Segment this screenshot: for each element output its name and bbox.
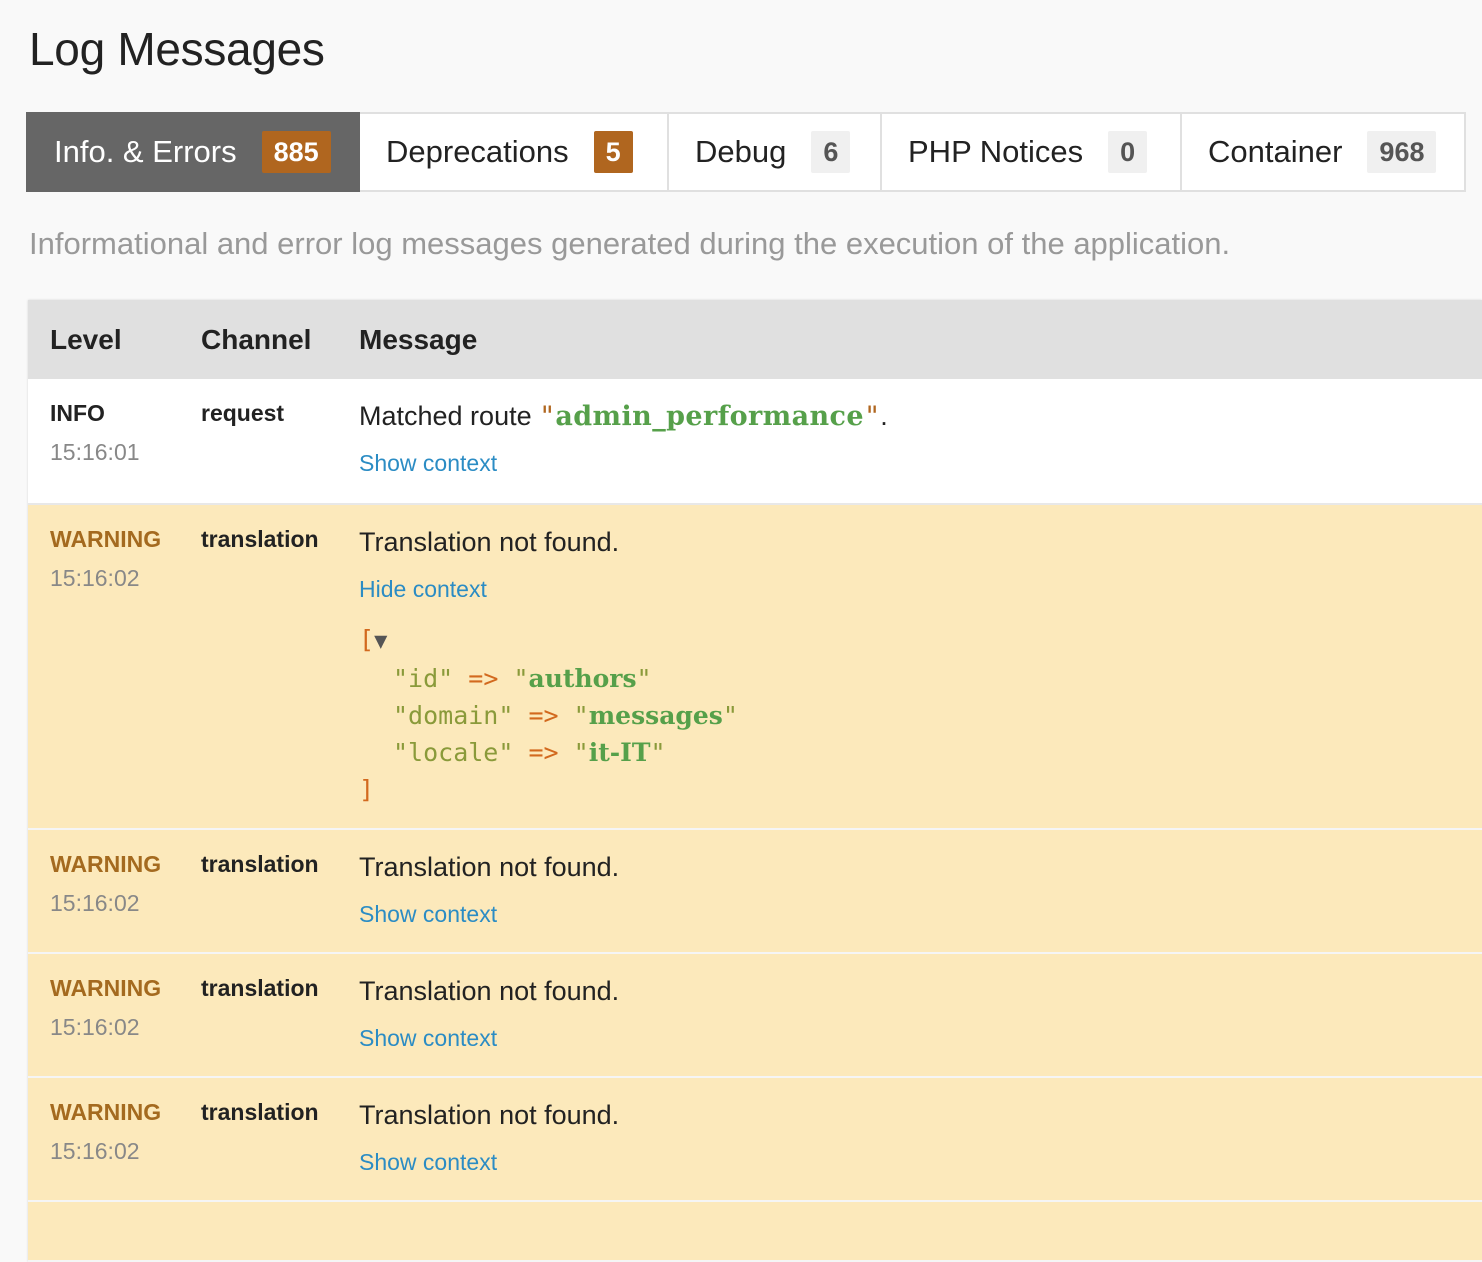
tab-container[interactable]: Container 968 bbox=[1182, 112, 1466, 192]
show-context-link[interactable]: Show context bbox=[359, 901, 497, 928]
context-value: messages bbox=[588, 701, 723, 730]
header-level: Level bbox=[28, 300, 179, 379]
level-cell: WARNING 15:16:02 bbox=[28, 829, 179, 954]
log-table: Level Channel Message INFO 15:16:01 requ… bbox=[28, 300, 1482, 1262]
quote-open: " bbox=[539, 401, 556, 432]
context-entry: "locale" => "it-IT" bbox=[393, 738, 666, 767]
level-cell: WARNING 15:16:02 bbox=[28, 953, 179, 1078]
tab-label: PHP Notices bbox=[908, 134, 1084, 169]
tab-label: Container bbox=[1208, 134, 1343, 169]
message-text: Translation not found. bbox=[359, 852, 620, 882]
context-key: "id" bbox=[393, 664, 454, 693]
level-label: WARNING bbox=[50, 1099, 162, 1125]
timestamp: 15:16:02 bbox=[50, 1138, 140, 1164]
table-row bbox=[28, 1201, 1482, 1262]
message-cell: Translation not found. Hide context [▼ "… bbox=[337, 504, 1482, 830]
tab-label: Info. & Errors bbox=[54, 134, 237, 169]
level-cell: WARNING 15:16:02 bbox=[28, 504, 179, 830]
message-prefix: Matched route bbox=[359, 401, 540, 431]
context-key: "locale" bbox=[393, 738, 514, 767]
tab-deprecations[interactable]: Deprecations 5 bbox=[360, 112, 669, 192]
table-row: WARNING 15:16:02 translation Translation… bbox=[28, 829, 1482, 954]
channel-cell: translation bbox=[179, 953, 337, 1078]
context-entry: "domain" => "messages" bbox=[393, 701, 738, 730]
channel-cell: request bbox=[179, 379, 337, 505]
message-cell: Matched route "admin_performance". Show … bbox=[337, 379, 1482, 505]
bracket-open: [ bbox=[359, 625, 375, 654]
context-value: authors bbox=[528, 664, 637, 693]
level-label: WARNING bbox=[50, 975, 162, 1001]
timestamp: 15:16:02 bbox=[50, 890, 140, 916]
context-key: "domain" bbox=[393, 701, 514, 730]
count-badge: 968 bbox=[1367, 131, 1437, 173]
header-channel: Channel bbox=[179, 300, 337, 379]
channel-cell: translation bbox=[179, 829, 337, 954]
level-label: WARNING bbox=[50, 851, 162, 877]
context-arrow: => bbox=[528, 738, 559, 767]
tab-info-errors[interactable]: Info. & Errors 885 bbox=[26, 112, 360, 192]
level-label: WARNING bbox=[50, 526, 162, 552]
tab-label: Deprecations bbox=[386, 134, 569, 169]
tab-php-notices[interactable]: PHP Notices 0 bbox=[882, 112, 1182, 192]
show-context-link[interactable]: Show context bbox=[359, 1025, 497, 1052]
route-name: admin_performance bbox=[555, 401, 864, 432]
timestamp: 15:16:01 bbox=[50, 439, 140, 465]
table-row: INFO 15:16:01 request Matched route "adm… bbox=[28, 379, 1482, 505]
message-text: Translation not found. bbox=[359, 1100, 620, 1130]
message-cell: Translation not found. Show context bbox=[337, 1077, 1482, 1202]
channel-cell: translation bbox=[179, 504, 337, 830]
message-text: Translation not found. bbox=[359, 976, 620, 1006]
channel-label: request bbox=[201, 400, 285, 426]
count-badge: 885 bbox=[261, 131, 331, 173]
message-suffix: . bbox=[880, 401, 888, 431]
level-cell: WARNING 15:16:02 bbox=[28, 1077, 179, 1202]
message-cell: Translation not found. Show context bbox=[337, 829, 1482, 954]
channel-cell: translation bbox=[179, 1077, 337, 1202]
channel-label: translation bbox=[201, 526, 319, 552]
table-row: WARNING 15:16:02 translation Translation… bbox=[28, 1077, 1482, 1202]
message-text: Matched route "admin_performance". bbox=[359, 401, 1482, 432]
timestamp: 15:16:02 bbox=[50, 565, 140, 591]
tab-description: Informational and error log messages gen… bbox=[29, 226, 1231, 261]
show-context-link[interactable]: Show context bbox=[359, 1149, 497, 1176]
context-dump: [▼ "id" => "authors" "domain" => "messag… bbox=[359, 621, 1482, 808]
count-badge: 6 bbox=[811, 131, 851, 173]
table-row: WARNING 15:16:02 translation Translation… bbox=[28, 504, 1482, 830]
channel-cell bbox=[179, 1201, 337, 1262]
tab-debug[interactable]: Debug 6 bbox=[669, 112, 882, 192]
context-arrow: => bbox=[528, 701, 559, 730]
log-tabs: Info. & Errors 885 Deprecations 5 Debug … bbox=[26, 112, 1466, 192]
message-text: Translation not found. bbox=[359, 527, 620, 557]
page-title: Log Messages bbox=[29, 23, 325, 75]
show-context-link[interactable]: Show context bbox=[359, 450, 497, 477]
context-value: it-IT bbox=[588, 738, 651, 767]
level-cell: INFO 15:16:01 bbox=[28, 379, 179, 505]
hide-context-link[interactable]: Hide context bbox=[359, 576, 487, 603]
context-arrow: => bbox=[468, 664, 499, 693]
context-entry: "id" => "authors" bbox=[393, 664, 652, 693]
message-cell: Translation not found. Show context bbox=[337, 953, 1482, 1078]
level-label: INFO bbox=[50, 400, 105, 426]
table-row: WARNING 15:16:02 translation Translation… bbox=[28, 953, 1482, 1078]
channel-label: translation bbox=[201, 851, 319, 877]
bracket-close: ] bbox=[359, 775, 375, 804]
header-message: Message bbox=[337, 300, 1482, 379]
message-cell bbox=[337, 1201, 1482, 1262]
table-header: Level Channel Message bbox=[28, 300, 1482, 379]
tab-label: Debug bbox=[695, 134, 787, 169]
quote-close: " bbox=[863, 401, 881, 432]
level-cell bbox=[28, 1201, 179, 1262]
timestamp: 15:16:02 bbox=[50, 1014, 140, 1040]
count-badge: 5 bbox=[593, 131, 633, 173]
channel-label: translation bbox=[201, 975, 319, 1001]
channel-label: translation bbox=[201, 1099, 319, 1125]
collapse-toggle-icon[interactable]: ▼ bbox=[374, 629, 387, 654]
count-badge: 0 bbox=[1108, 131, 1148, 173]
